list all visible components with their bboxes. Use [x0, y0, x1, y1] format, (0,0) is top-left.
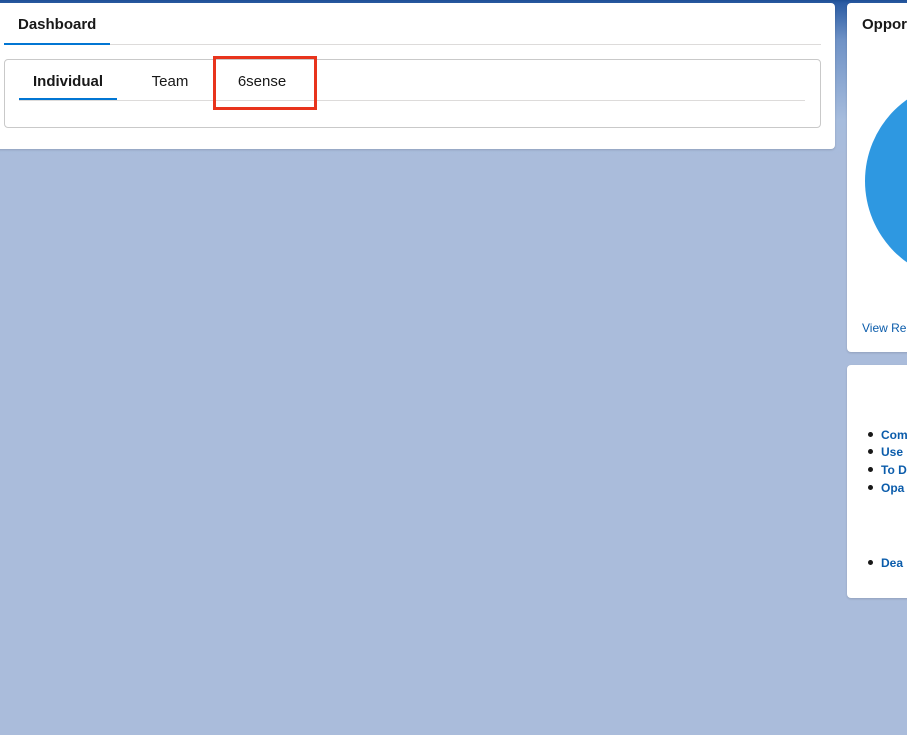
bullet-icon [868, 432, 873, 438]
dashboard-tab-bar: Dashboard [4, 3, 821, 45]
bullet-icon [868, 485, 873, 491]
sub-tab-bar: Individual Team 6sense [19, 60, 805, 101]
bullet-icon [868, 467, 873, 473]
list-item[interactable]: Dea [868, 556, 903, 570]
opportunities-card-title: Oppor [862, 16, 907, 33]
tab-individual[interactable]: Individual [19, 60, 117, 100]
links-card: Com Use To D Opa Dea [847, 365, 907, 598]
list-item[interactable]: Use [868, 445, 903, 459]
list-item[interactable]: To D [868, 463, 907, 477]
view-report-link[interactable]: View Re [862, 321, 906, 335]
bullet-icon [868, 449, 873, 455]
tab-team[interactable]: Team [137, 60, 203, 99]
tab-6sense[interactable]: 6sense [223, 60, 301, 99]
opportunities-card: Oppor View Re [847, 3, 907, 352]
bullet-icon [868, 560, 873, 566]
list-item[interactable]: Opa [868, 481, 904, 495]
dashboard-inner-card: Individual Team 6sense [4, 59, 821, 128]
dashboard-card: Dashboard Individual Team 6sense [0, 3, 835, 149]
list-item[interactable]: Com [868, 428, 907, 442]
tab-dashboard[interactable]: Dashboard [4, 3, 111, 45]
pie-chart[interactable] [865, 81, 907, 281]
